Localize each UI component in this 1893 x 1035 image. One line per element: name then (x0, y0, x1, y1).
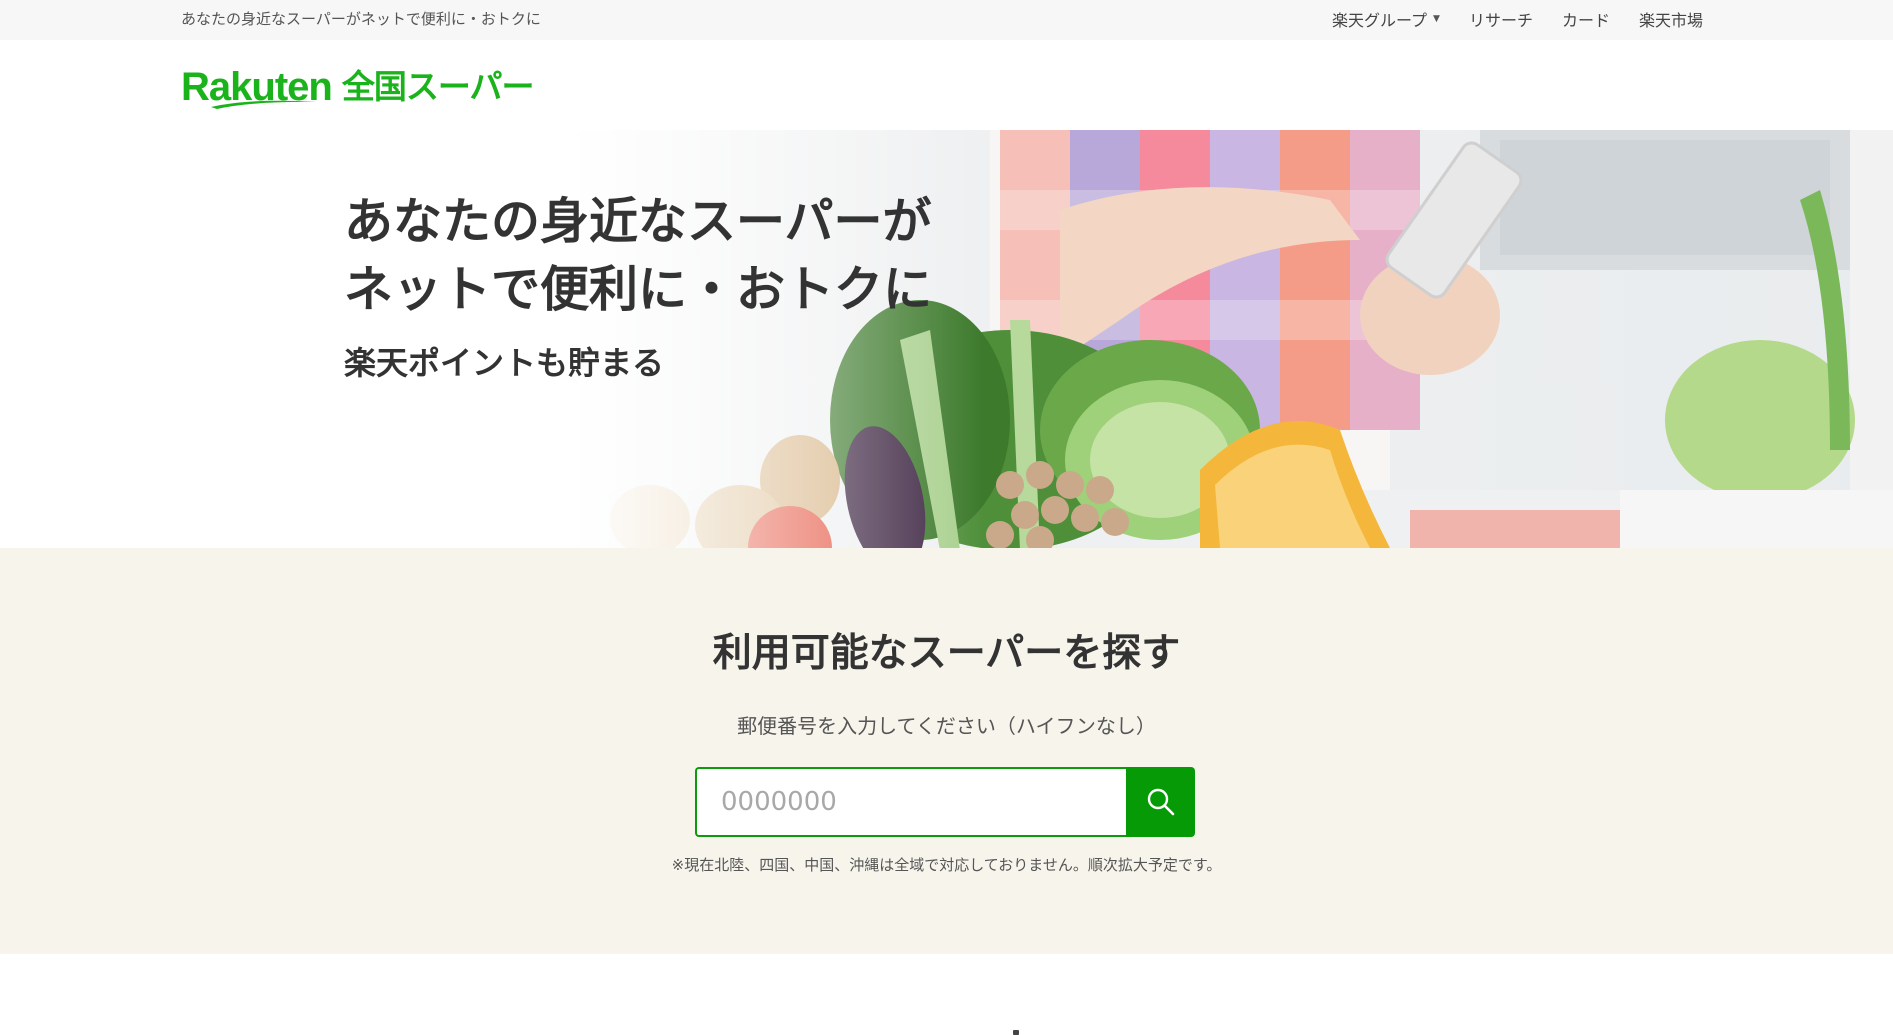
nav-ichiba[interactable]: 楽天市場 (1639, 7, 1703, 31)
hero-title-line2: ネットで便利に・おトクに (344, 261, 933, 318)
logo-service-name: 全国スーパー (341, 67, 535, 106)
nav-card[interactable]: カード (1562, 7, 1610, 31)
nav-card-label: カード (1561, 11, 1610, 30)
search-icon (1147, 788, 1174, 816)
site-header: Rakuten 全国スーパー (0, 40, 1893, 130)
hero-text-block: あなたの身近なスーパーが ネットで便利に・おトクに 楽天ポイントも貯まる (344, 188, 932, 384)
site-logo[interactable]: Rakuten 全国スーパー (181, 60, 535, 109)
nav-research[interactable]: リサーチ (1469, 7, 1533, 31)
hero-illustration (0, 130, 1893, 548)
nav-rakuten-group-label: 楽天グループ (1331, 11, 1428, 30)
partial-glyph-mark (1013, 1030, 1019, 1035)
postal-code-input[interactable] (695, 767, 1126, 837)
top-utility-bar: あなたの身近なスーパーがネットで便利に・おトクに 楽天グループ ▼ リサーチ カ… (0, 0, 1893, 40)
store-search-section: 利用可能なスーパーを探す 郵便番号を入力してください（ハイフンなし） ※現在北陸… (0, 548, 1893, 954)
logo-swoosh-icon (211, 100, 317, 109)
hero-title-line1: あなたの身近なスーパーが (344, 193, 932, 250)
caret-down-icon: ▼ (1433, 14, 1440, 24)
hero-title: あなたの身近なスーパーが ネットで便利に・おトクに (344, 188, 932, 324)
nav-ichiba-label: 楽天市場 (1638, 11, 1703, 30)
hero-banner: あなたの身近なスーパーが ネットで便利に・おトクに 楽天ポイントも貯まる (0, 130, 1893, 548)
group-nav: 楽天グループ ▼ リサーチ カード 楽天市場 (1332, 7, 1703, 31)
search-heading: 利用可能なスーパーを探す (712, 631, 1181, 676)
search-button[interactable] (1126, 767, 1195, 837)
postal-code-search-form (695, 767, 1195, 837)
bottom-content-area (0, 954, 1893, 1035)
nav-research-label: リサーチ (1468, 11, 1533, 30)
coverage-note: ※現在北陸、四国、中国、沖縄は全域で対応しておりません。順次拡大予定です。 (671, 856, 1222, 874)
search-instruction: 郵便番号を入力してください（ハイフンなし） (737, 714, 1156, 738)
hero-subtitle: 楽天ポイントも貯まる (344, 344, 665, 382)
nav-rakuten-group[interactable]: 楽天グループ ▼ (1332, 7, 1440, 31)
site-tagline: あなたの身近なスーパーがネットで便利に・おトクに (181, 10, 541, 28)
